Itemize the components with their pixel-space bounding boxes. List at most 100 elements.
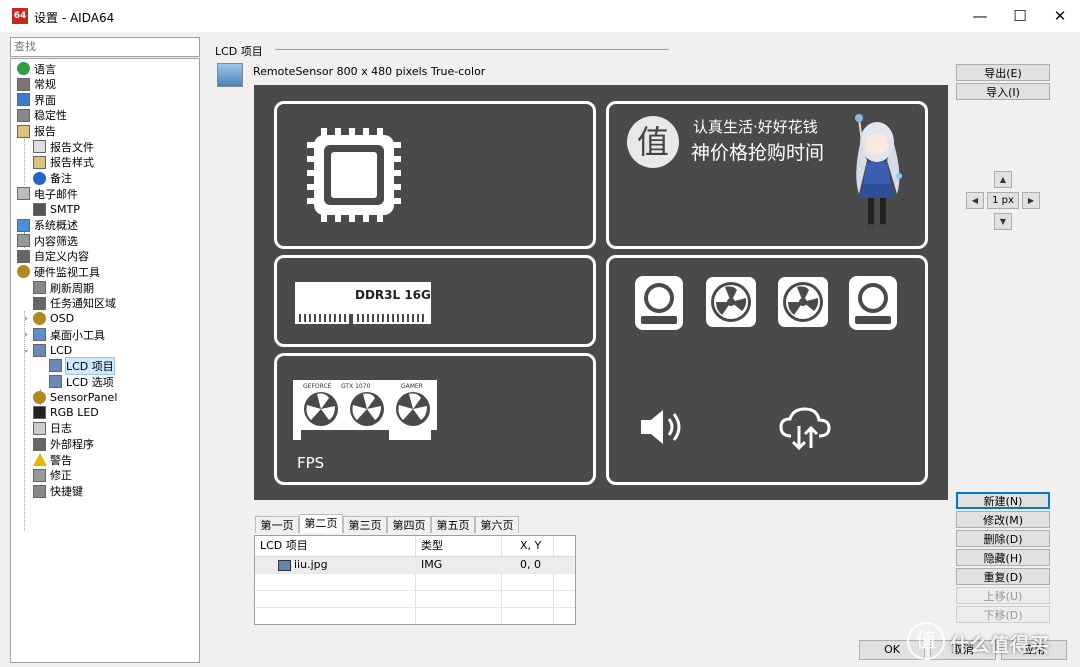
sidebar-item[interactable]: 日志	[33, 421, 72, 436]
expand-icon[interactable]: ›	[21, 314, 31, 324]
settings-tree[interactable]: 语言 常规 界面 稳定性报告 报告文件报告样式 备注 电子邮件 SMTP 系统概述 内容筛选自定义…	[10, 58, 200, 663]
nudge-left-button[interactable]: ◀	[966, 192, 984, 209]
sensor-image-icon	[217, 63, 243, 87]
watermark-logo: 值	[907, 622, 945, 660]
duplicate-button[interactable]: 重复(D)	[956, 568, 1050, 585]
section-title: LCD 项目	[215, 45, 263, 58]
nudge-up-button[interactable]: ▲	[994, 171, 1012, 188]
arrow-left-icon: ◀	[971, 196, 979, 205]
cpu-chip-icon	[307, 128, 401, 222]
fps-label: FPS	[297, 454, 325, 472]
cpu-panel[interactable]	[274, 101, 596, 249]
page-tab[interactable]: 第四页	[387, 516, 431, 533]
window-title: 设置 - AIDA64	[34, 11, 115, 25]
minimize-button[interactable]: —	[960, 0, 1000, 32]
sidebar-item[interactable]: 常规	[17, 77, 56, 92]
nudge-down-button[interactable]: ▼	[994, 213, 1012, 230]
sidebar-item-label: 警告	[50, 453, 72, 467]
search-input[interactable]	[11, 38, 197, 54]
sidebar-item-label: 报告	[34, 125, 56, 139]
sidebar-item[interactable]: 界面	[17, 92, 56, 107]
column-header-item[interactable]: LCD 项目	[255, 536, 415, 556]
sidebar-item[interactable]: 修正	[33, 468, 72, 483]
sidebar-item[interactable]: 任务通知区域	[33, 296, 116, 311]
hdd-icon	[635, 276, 683, 330]
sidebar-item-label: 自定义内容	[34, 250, 89, 264]
page-tab[interactable]: 第一页	[255, 516, 299, 533]
delete-button[interactable]: 删除(D)	[956, 530, 1050, 547]
sidebar-item[interactable]: 自定义内容	[17, 249, 89, 264]
report-style-icon	[33, 155, 46, 169]
sidebar-item[interactable]: 快捷键	[33, 484, 83, 499]
log-icon	[33, 421, 46, 435]
move-down-button[interactable]: 下移(D)	[956, 606, 1050, 623]
search-field[interactable]	[10, 37, 200, 57]
sidebar-item[interactable]: 备注	[33, 171, 72, 186]
sidebar-item[interactable]: › OSD	[24, 311, 74, 326]
page-tab[interactable]: 第六页	[475, 516, 519, 533]
move-up-button[interactable]: 上移(U)	[956, 587, 1050, 604]
sidebar-item[interactable]: 警告	[33, 452, 72, 467]
file-icon	[33, 140, 46, 154]
arrow-up-icon: ▲	[999, 175, 1007, 184]
table-cell-type: IMG	[421, 558, 443, 571]
sidebar-item[interactable]: 刷新周期	[33, 280, 94, 295]
column-header-xy[interactable]: X, Y	[502, 536, 553, 556]
osd-icon	[33, 312, 46, 326]
sidebar-item[interactable]: RGB LED	[33, 405, 99, 420]
sidebar-item[interactable]: 电子邮件	[17, 186, 78, 201]
maximize-button[interactable]: ☐	[1000, 0, 1040, 32]
export-button[interactable]: 导出(E)	[956, 64, 1050, 81]
sidebar-item[interactable]: SMTP	[33, 202, 80, 217]
sidebar-item[interactable]: 内容筛选	[17, 233, 78, 248]
sidebar-item[interactable]: 系统概述	[17, 218, 78, 233]
sidebar-item[interactable]: ⌄ LCD	[22, 343, 72, 358]
ram-panel[interactable]: DDR3L 16G	[274, 255, 596, 347]
new-button[interactable]: 新建(N)	[956, 492, 1050, 509]
import-button[interactable]: 导入(I)	[956, 83, 1050, 100]
nudge-step-label: 1 px	[987, 192, 1019, 209]
sidebar-item[interactable]: 硬件监视工具	[17, 264, 100, 279]
banner-panel[interactable]: 值 认真生活·好好花钱 神价格抢购时间	[606, 101, 928, 249]
modify-button[interactable]: 修改(M)	[956, 511, 1050, 528]
refresh-icon	[33, 281, 46, 295]
sidebar-item[interactable]: › 桌面小工具	[24, 327, 105, 342]
sidebar-item[interactable]: 报告样式	[33, 155, 94, 170]
lcd-items-table[interactable]: LCD 项目 类型 X, Y iiu.jpg IMG 0, 0	[254, 535, 576, 625]
sidebar-item[interactable]: 报告文件	[33, 139, 94, 154]
mail-icon	[17, 187, 30, 201]
devices-panel[interactable]	[606, 255, 928, 485]
lcd-preview[interactable]: 值 认真生活·好好花钱 神价格抢购时间 DDR3L 16G GEFORCE GT…	[254, 85, 948, 500]
sidebar-item[interactable]: 语言	[17, 61, 56, 76]
smtp-icon	[33, 202, 46, 216]
sidebar-item-label: LCD 项目	[65, 356, 115, 375]
sidebar-item[interactable]: 稳定性	[17, 108, 67, 123]
sidebar-item[interactable]: LCD 项目	[49, 356, 115, 375]
sidebar-item-label: 内容筛选	[34, 234, 78, 248]
sidebar-item[interactable]: 外部程序	[33, 437, 94, 452]
collapse-icon[interactable]: ⌄	[21, 345, 31, 355]
gpu-panel[interactable]: GEFORCE GTX 1070 GAMER FPS	[274, 353, 596, 485]
keyboard-icon	[33, 484, 46, 498]
sidebar-item-label: 修正	[50, 469, 72, 483]
sidebar-item[interactable]: 报告	[17, 124, 56, 139]
sidebar-item[interactable]: SensorPanel	[33, 390, 117, 405]
sidebar-item-label: 报告样式	[50, 156, 94, 170]
hide-button[interactable]: 隐藏(H)	[956, 549, 1050, 566]
ram-label: DDR3L 16G	[355, 288, 431, 302]
page-tab[interactable]: 第五页	[431, 516, 475, 533]
gpu-brand: GEFORCE	[303, 383, 332, 390]
sidebar-item[interactable]: LCD 选项	[49, 374, 114, 389]
sidebar-item-label: SensorPanel	[50, 390, 118, 404]
column-header-type[interactable]: 类型	[416, 536, 501, 556]
main-content: LCD 项目 RemoteSensor 800 x 480 pixels Tru…	[205, 35, 1073, 635]
page-tab[interactable]: 第二页	[299, 514, 343, 533]
close-button[interactable]: ✕	[1040, 0, 1080, 32]
sensorpanel-icon	[33, 390, 46, 404]
gpu-series: GAMER	[401, 383, 423, 390]
expand-icon[interactable]: ›	[21, 330, 31, 340]
page-tab[interactable]: 第三页	[343, 516, 387, 533]
sidebar-item-label: 刷新周期	[50, 281, 94, 295]
report-icon	[17, 124, 30, 138]
nudge-right-button[interactable]: ▶	[1022, 192, 1040, 209]
